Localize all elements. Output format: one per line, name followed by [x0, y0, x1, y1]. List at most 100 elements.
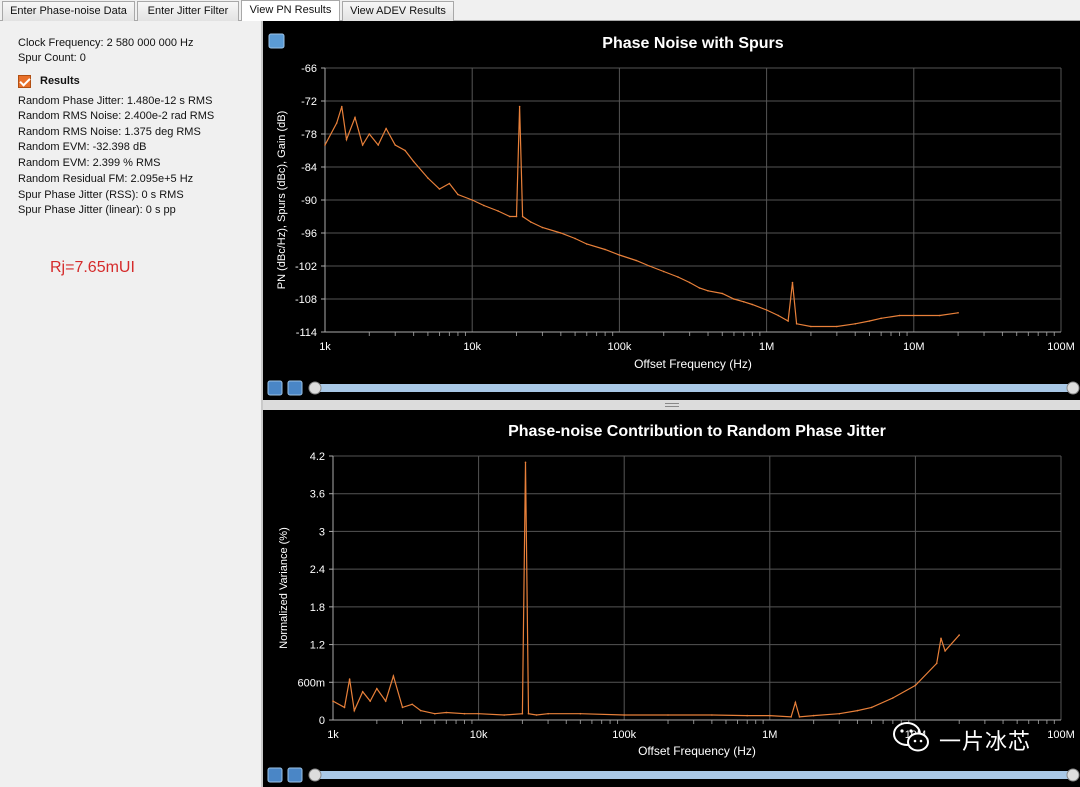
series-point: [751, 303, 754, 306]
series-point: [401, 706, 404, 709]
series-point: [743, 301, 745, 303]
series-point: [585, 243, 588, 245]
series-point: [940, 637, 942, 640]
series-point: [623, 714, 625, 716]
series-point: [457, 193, 459, 196]
chart-title: Phase-noise Contribution to Random Phase…: [508, 423, 886, 440]
y-tick-label: 3: [319, 526, 325, 538]
series-point: [434, 712, 436, 715]
y-tick-label: -114: [296, 327, 317, 339]
series-point: [541, 226, 544, 229]
series-point: [868, 320, 871, 322]
series-point: [518, 105, 521, 108]
series-point: [880, 317, 882, 320]
series-point: [795, 323, 798, 325]
y-tick-label: 3.6: [310, 489, 325, 501]
series-point: [944, 650, 946, 652]
y-tick-label: -96: [301, 228, 317, 240]
series-point: [791, 281, 794, 284]
series-point: [411, 703, 413, 706]
series-point: [324, 144, 326, 146]
series-point: [384, 700, 387, 702]
series-point: [777, 314, 780, 317]
x-tick-label: 100M: [1047, 341, 1075, 353]
x-tick-label: 10k: [463, 341, 481, 353]
series-point: [938, 314, 941, 317]
watermark: 一片冰芯: [892, 720, 1052, 760]
series-point: [535, 714, 538, 716]
splitter-grip[interactable]: [665, 403, 679, 407]
x-tick-label: 1M: [759, 341, 774, 353]
y-axis-label: Normalized Variance (%): [278, 527, 290, 648]
series-line: [324, 106, 959, 328]
series-point: [521, 215, 524, 218]
series-point: [463, 712, 466, 715]
tab-bar: Enter Phase-noise Data Enter Jitter Filt…: [0, 0, 1080, 21]
series-point: [854, 323, 856, 325]
plot-splitter[interactable]: [263, 400, 1080, 410]
y-tick-label: 600m: [297, 677, 325, 689]
series-point: [427, 177, 429, 179]
series-point: [892, 697, 894, 699]
series-point: [385, 127, 387, 130]
result-random-evm-percent: Random EVM: 2.399 % RMS: [18, 157, 161, 169]
x-tick-label: 100k: [607, 341, 631, 353]
series-point: [733, 298, 735, 300]
series-point: [445, 711, 448, 714]
series-point: [698, 287, 701, 289]
series-point: [707, 290, 709, 292]
x-tick-label: 1M: [762, 729, 777, 741]
series-point: [369, 700, 371, 702]
tab-view-pn-results[interactable]: View PN Results: [241, 0, 340, 21]
tab-enter-jitter-filter[interactable]: Enter Jitter Filter: [137, 1, 239, 21]
save-icon: [267, 380, 283, 396]
tab-enter-phase-noise-data[interactable]: Enter Phase-noise Data: [2, 1, 135, 21]
series-point: [412, 160, 415, 163]
series-point: [547, 712, 549, 715]
series-point: [769, 714, 771, 717]
series-point: [527, 712, 530, 715]
series-point: [812, 714, 815, 717]
series-point: [798, 716, 801, 718]
result-random-rms-noise-deg: Random RMS Noise: 1.375 deg RMS: [18, 126, 201, 138]
y-tick-label: -84: [301, 162, 317, 174]
series-point: [530, 221, 532, 223]
zoom-scrollbar: [315, 771, 1073, 779]
results-checkbox[interactable]: [18, 75, 31, 88]
series-point: [376, 687, 378, 690]
series-point: [579, 712, 582, 715]
series-point: [471, 199, 473, 201]
y-tick-label: -72: [301, 96, 317, 108]
phase-noise-chart: Phase Noise with Spurs 1k 10k 100k 1M 10M 100M…: [267, 33, 1080, 396]
series-point: [361, 690, 364, 693]
series-point: [721, 292, 724, 295]
series-point: [438, 188, 441, 190]
results-panel: Clock Frequency: 2 580 000 000 Hz Spur C…: [0, 21, 261, 787]
series-point: [343, 706, 346, 709]
y-tick-label: 2.4: [310, 564, 325, 576]
x-tick-label: 10M: [903, 341, 924, 353]
series-point: [483, 204, 485, 207]
series-point: [935, 662, 938, 665]
series-point: [688, 281, 691, 284]
series-point: [448, 182, 451, 185]
series-point: [524, 461, 527, 464]
wechat-icon: [893, 722, 929, 752]
save-icon: [267, 767, 283, 783]
series-point: [836, 325, 838, 328]
tab-view-adev-results[interactable]: View ADEV Results: [342, 1, 454, 21]
clock-frequency: Clock Frequency: 2 580 000 000 Hz: [18, 37, 194, 49]
series-point: [377, 144, 379, 146]
refresh-icon: [287, 767, 303, 783]
result-spur-phase-jitter-rss: Spur Phase Jitter (RSS): 0 s RMS: [18, 189, 184, 201]
x-tick-label: 1k: [319, 341, 331, 353]
x-axis-label: Offset Frequency (Hz): [638, 744, 756, 758]
series-point: [604, 248, 606, 251]
y-tick-label: -108: [295, 294, 317, 306]
series-point: [477, 712, 480, 715]
chart-title: Phase Noise with Spurs: [602, 35, 783, 52]
y-tick-label: 4.2: [310, 451, 325, 463]
refresh-icon: [287, 380, 303, 396]
y-tick-label: -90: [301, 195, 317, 207]
y-axis-label: PN (dBc/Hz), Spurs (dBc), Gain (dB): [276, 111, 288, 290]
